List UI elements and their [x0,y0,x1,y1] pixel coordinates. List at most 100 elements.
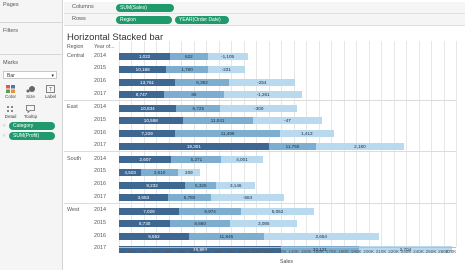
year-label[interactable]: 2015 [94,117,106,123]
x-axis-line [119,247,456,248]
rows-shelf[interactable]: Rows Region YEAR(Order Date) [64,14,465,26]
color-button[interactable]: Color [2,84,19,102]
bar-data-label: 19,301 [186,143,201,149]
bar-data-label: 10,168 [135,66,150,72]
x-tick-label: 140K [288,249,300,254]
mark-type-dropdown[interactable]: Bar ▾ [3,71,57,79]
filters-shelf-title: Filters [3,28,18,34]
bar-data-label: 3,085 [258,221,270,227]
year-order-date-pill[interactable]: YEAR(Order Date) [175,15,229,24]
bar-data-label: 6,392 [196,79,208,85]
x-tick-label: 240K [413,249,424,254]
bar-data-label: 7,229 [141,131,153,137]
x-tick-label: 160K [313,249,325,254]
sum-profit-pill[interactable]: SUM(Profit) [9,132,55,140]
x-tick-label: 200K [363,249,374,254]
pane-divider [0,22,62,23]
year-label[interactable]: 2014 [94,207,106,213]
year-label[interactable]: 2014 [94,156,106,162]
bar-data-label: 2,607 [139,157,151,162]
detail-icon [7,106,13,112]
bar-data-label: 2,654 [315,234,327,240]
detail-button[interactable]: Detail [2,104,19,122]
year-label[interactable]: 2016 [94,181,106,187]
x-tick-label: 220K [388,249,399,254]
tooltip-icon [26,105,35,113]
label-icon: T [46,85,55,93]
x-tick-label: 10K [127,249,136,254]
x-tick-label: 230K [400,249,412,254]
x-tick-label: 210K [375,249,387,254]
x-tick-label: 180K [338,249,350,254]
bar-data-label: 11,845 [219,234,234,240]
x-tick-label: 130K [275,249,287,254]
bar-data-label: 11,750 [285,143,300,149]
bar-data-label: 85 [191,92,197,98]
year-label[interactable]: 2014 [94,104,106,110]
year-label[interactable]: 2017 [94,142,106,148]
bar-data-label: -231 [221,66,231,72]
x-tick-label: 60K [189,249,198,254]
bar-data-label: 8,660 [194,221,206,227]
grid-line [418,41,420,247]
x-tick-label: 0K [120,249,126,254]
columns-shelf-label: Columns [72,4,94,10]
x-tick-label: 190K [350,249,362,254]
x-tick-label: 50K [177,249,186,254]
size-button-label: Size [26,94,35,99]
bar-data-label: 4,503 [124,169,136,175]
year-label[interactable]: 2017 [94,194,106,200]
region-label[interactable]: South [67,156,81,162]
x-tick-label: 120K [263,249,275,254]
color-encoding-icon: ⁘ [2,123,7,129]
year-label[interactable]: 2017 [94,91,106,97]
x-tick-label: 30K [152,249,161,254]
year-label[interactable]: 2016 [94,130,106,136]
bar-data-label: 1,413 [301,131,313,137]
year-label[interactable]: 2015 [94,65,106,71]
x-tick-label: 70K [202,249,211,254]
bar-data-label: 11,499 [220,131,235,137]
chevron-down-icon: ▾ [51,73,54,79]
bar-data-label: 11,041 [210,118,225,124]
grid-line [443,41,445,247]
bar-data-label: -1,261 [256,92,270,98]
region-separator [64,99,456,101]
sum-sales-pill[interactable]: SUM(Sales) [116,3,174,12]
tooltip-button[interactable]: Tooltip [22,104,39,122]
mark-type-value: Bar [7,73,15,79]
year-label[interactable]: 2014 [94,53,106,59]
bar-data-label: 9,232 [146,182,158,188]
rows-shelf-label: Rows [72,16,86,22]
category-pill[interactable]: Category [9,122,55,130]
bar-data-label: 5,271 [190,157,203,162]
region-separator [64,202,456,204]
year-column-header[interactable]: Year of... [94,44,115,50]
year-label[interactable]: 2015 [94,168,106,174]
year-label[interactable]: 2016 [94,233,106,239]
detail-button-label: Detail [4,114,17,119]
year-label[interactable]: 2015 [94,220,106,226]
x-tick-label: 170K [325,249,337,254]
region-label[interactable]: Central [67,53,84,59]
x-tick-label: 110K [251,249,262,254]
grid-line [456,41,457,247]
label-button[interactable]: T Label [42,84,59,102]
year-label[interactable]: 2016 [94,78,106,84]
year-label[interactable]: 2017 [94,245,106,251]
region-label[interactable]: West [67,207,79,213]
region-column-header[interactable]: Region [67,44,83,50]
region-label[interactable]: East [67,104,78,110]
x-tick-label: 250K [425,249,437,254]
columns-shelf[interactable]: Columns SUM(Sales) [64,2,465,14]
x-tick-label: 150K [300,249,312,254]
bar-data-label: 1,022 [138,54,151,59]
size-button[interactable]: Size [22,84,39,102]
region-pill[interactable]: Region [116,15,172,24]
bar-data-label: 13,761 [140,79,155,85]
bar-data-label: -300 [254,105,264,111]
bar-data-label: 7,029 [143,208,155,214]
x-tick-label: 40K [164,249,174,254]
bar-data-label: 9,974 [204,208,216,214]
bar-data-label: -47 [284,118,291,124]
